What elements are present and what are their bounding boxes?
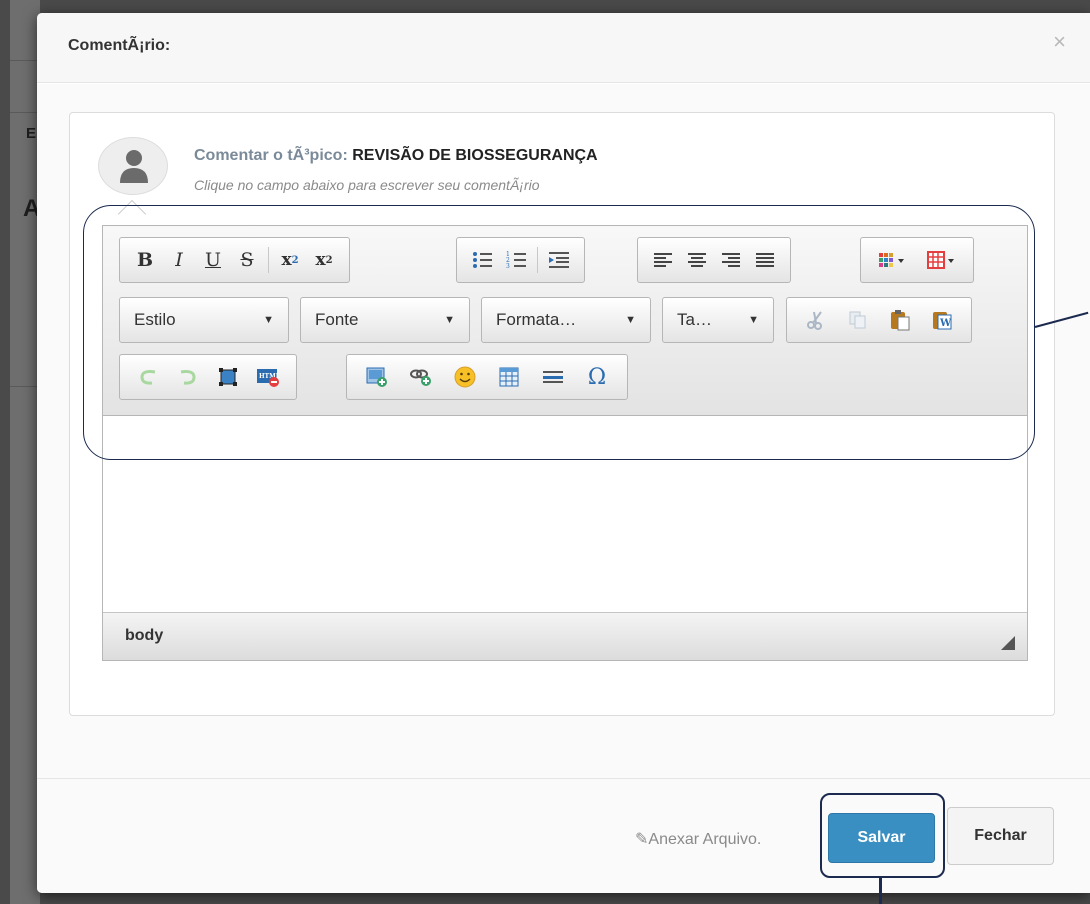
avatar: [98, 137, 168, 195]
attach-file-label: Anexar Arquivo.: [648, 831, 762, 848]
background-divider: [10, 386, 40, 387]
annotation-pointer-line: [879, 878, 882, 904]
close-button[interactable]: Fechar: [947, 807, 1054, 865]
close-icon[interactable]: ×: [1053, 31, 1066, 53]
resize-handle[interactable]: [1001, 636, 1015, 650]
user-icon: [120, 150, 148, 183]
comment-hint: Clique no campo abaixo para escrever seu…: [194, 177, 540, 193]
paperclip-icon: ✎: [635, 831, 649, 848]
background-divider: [10, 60, 40, 61]
editor-statusbar: body: [103, 612, 1027, 660]
annotation-editor-toolbar: [83, 205, 1035, 460]
modal-title: ComentÃ¡rio:: [68, 37, 171, 54]
annotation-save-button: [820, 793, 945, 878]
background-divider: [10, 112, 40, 113]
comment-heading: Comentar o tÃ³pico: REVISÃO DE BIOSSEGUR…: [194, 147, 598, 165]
element-path-label[interactable]: body: [125, 627, 163, 645]
attach-file-link[interactable]: ✎Anexar Arquivo.: [635, 829, 761, 849]
modal-header: ComentÃ¡rio: ×: [37, 13, 1090, 83]
heading-prefix: Comentar o tÃ³pico:: [194, 147, 348, 164]
topic-name: REVISÃO DE BIOSSEGURANÇA: [352, 147, 598, 164]
